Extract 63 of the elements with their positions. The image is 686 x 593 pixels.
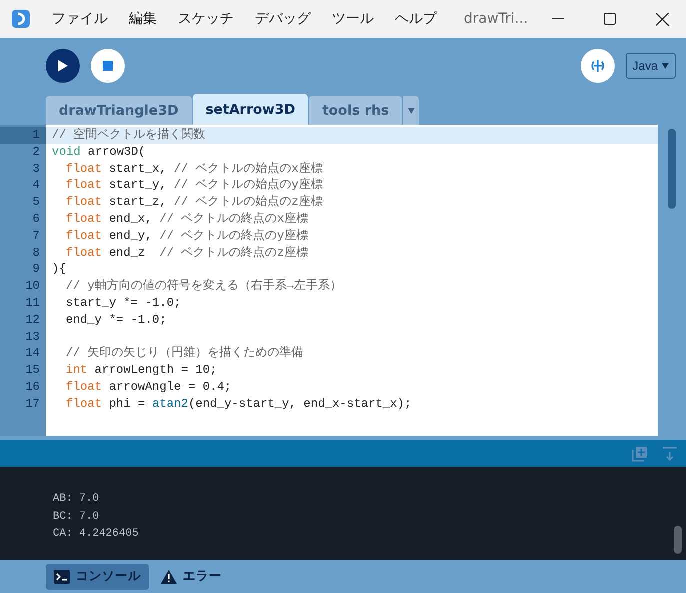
warning-icon bbox=[161, 570, 177, 584]
line-number: 16 bbox=[24, 378, 41, 396]
line-number: 1 bbox=[0, 127, 46, 144]
close-icon bbox=[656, 12, 668, 26]
line-number: 15 bbox=[24, 362, 41, 379]
code-line: // 矢印の矢じり（円錐）を描くための準備 bbox=[65, 345, 305, 362]
code-line: float start_z, // ベクトルの始点のz座標 bbox=[65, 194, 324, 211]
line-number: 9 bbox=[32, 261, 41, 278]
app-logo-icon bbox=[12, 10, 30, 28]
line-number: 12 bbox=[24, 312, 41, 329]
line-number: 4 bbox=[32, 177, 41, 194]
code-line: float phi = atan2(end_y-start_y, end_x-start_x); bbox=[65, 396, 413, 413]
line-number: 6 bbox=[32, 210, 41, 228]
window-title: drawTri... bbox=[464, 11, 528, 27]
line-number: 3 bbox=[32, 160, 41, 178]
scrollbar-thumb[interactable] bbox=[668, 129, 676, 209]
caret-icon bbox=[408, 108, 415, 114]
line-number: 17 bbox=[24, 396, 41, 413]
editor-tab[interactable]: drawTriangle3D bbox=[46, 96, 192, 125]
maximize-icon bbox=[604, 13, 616, 25]
code-line: float end_x, // ベクトルの終点のx座標 bbox=[65, 210, 310, 228]
debugger-button[interactable] bbox=[580, 49, 615, 83]
menu-item[interactable]: デバッグ bbox=[255, 10, 311, 28]
line-number: 5 bbox=[32, 194, 41, 211]
menu-item[interactable]: 編集 bbox=[129, 10, 157, 28]
caret-icon bbox=[662, 63, 669, 69]
line-number: 2 bbox=[32, 144, 41, 161]
code-line: float end_y, // ベクトルの終点のy座標 bbox=[65, 228, 310, 245]
code-line: ){ bbox=[51, 261, 68, 278]
mode-selector[interactable]: Java bbox=[626, 53, 676, 79]
code-line: void arrow3D( bbox=[51, 144, 147, 161]
run-button[interactable] bbox=[46, 49, 80, 83]
code-line: float arrowAngle = 0.4; bbox=[65, 378, 233, 396]
code-line: // y軸方向の値の符号を変える（右手系→左手系） bbox=[65, 278, 344, 295]
line-number: 7 bbox=[32, 228, 41, 245]
code-line: float start_x, // ベクトルの始点のx座標 bbox=[65, 160, 324, 178]
minimize-icon bbox=[552, 18, 564, 20]
code-line: end_y *= -1.0; bbox=[65, 312, 168, 329]
play-icon bbox=[58, 60, 68, 72]
menu-item[interactable]: スケッチ bbox=[178, 10, 234, 28]
code-line: int arrowLength = 10; bbox=[65, 362, 218, 379]
line-number: 13 bbox=[24, 328, 41, 346]
line-number: 8 bbox=[32, 244, 41, 262]
line-number: 10 bbox=[24, 278, 41, 295]
console-scrollbar-thumb[interactable] bbox=[674, 526, 682, 554]
editor-tab[interactable]: setArrow3D bbox=[192, 94, 308, 125]
code-line: float end_z // ベクトルの終点のz座標 bbox=[65, 244, 310, 262]
editor-tab[interactable]: tools rhs bbox=[309, 96, 402, 125]
line-number: 14 bbox=[24, 345, 41, 362]
code-line: float start_y, // ベクトルの始点のy座標 bbox=[65, 177, 324, 194]
menu-item[interactable]: ファイル bbox=[52, 10, 108, 28]
menu-item[interactable]: ヘルプ bbox=[395, 10, 437, 28]
menu-item[interactable]: ツール bbox=[332, 10, 374, 28]
tab-menu-button[interactable] bbox=[403, 96, 420, 125]
console-output-line: AB: 7.0 bbox=[53, 492, 100, 507]
console-output-line: CA: 4.2426405 bbox=[53, 527, 140, 542]
code-line: start_y *= -1.0; bbox=[65, 294, 182, 312]
terminal-icon bbox=[54, 570, 70, 584]
stop-button[interactable] bbox=[91, 49, 125, 83]
stop-icon bbox=[103, 61, 113, 71]
panel-tab[interactable]: エラー bbox=[153, 564, 230, 590]
line-number: 11 bbox=[24, 294, 41, 312]
console-output-line: BC: 7.0 bbox=[53, 510, 100, 524]
